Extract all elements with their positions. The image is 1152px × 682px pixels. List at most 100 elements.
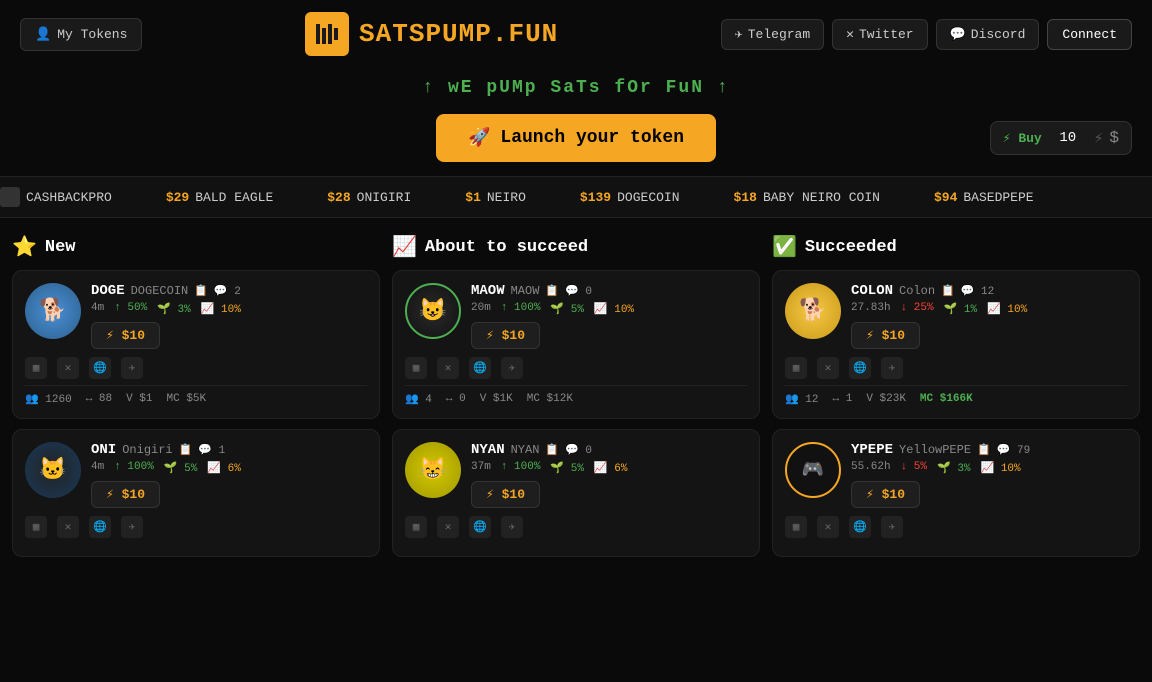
mc-footer: MC $166K <box>920 392 973 406</box>
buy-button-ypepe[interactable]: ⚡ $10 <box>851 481 920 508</box>
social-row: ▦ ✕ 🌐 ✈ <box>405 357 747 379</box>
logo-icon <box>305 12 349 56</box>
grid-icon[interactable]: ▦ <box>785 516 807 538</box>
globe-icon[interactable]: 🌐 <box>89 516 111 538</box>
token-fullname: Onigiri <box>122 443 172 457</box>
holders-stat: ↑ 50% <box>114 302 147 316</box>
x-icon[interactable]: ✕ <box>817 516 839 538</box>
volume-footer: V $1K <box>480 392 513 406</box>
new-section-header: ⭐ New <box>12 234 380 260</box>
telegram-icon[interactable]: ✈ <box>501 357 523 379</box>
ticker-item: $18 BABY NEIRO COIN <box>734 190 880 205</box>
ticker-item: $94 BASEDPEPE <box>934 190 1034 205</box>
buy-button-doge[interactable]: ⚡ $10 <box>91 322 160 349</box>
txns-footer: ↔ 1 <box>833 392 853 406</box>
globe-icon[interactable]: 🌐 <box>469 516 491 538</box>
x-icon[interactable]: ✕ <box>437 357 459 379</box>
telegram-icon[interactable]: ✈ <box>501 516 523 538</box>
rocket-icon: 🚀 <box>468 127 490 149</box>
buy-button-oni[interactable]: ⚡ $10 <box>91 481 160 508</box>
ticker-name: ONIGIRI <box>357 190 412 205</box>
token-card-colon: 🐕 COLON Colon 📋 💬 12 27.83h ↓ 25% 🌱 1% 📈… <box>772 270 1140 419</box>
ticker-bar: CASHBACKPRO $29 BALD EAGLE $28 ONIGIRI $… <box>0 176 1152 218</box>
x-icon[interactable]: ✕ <box>57 516 79 538</box>
grid-icon[interactable]: ▦ <box>25 357 47 379</box>
x-icon[interactable]: ✕ <box>57 357 79 379</box>
my-tokens-button[interactable]: 👤 My Tokens <box>20 18 142 51</box>
buy-label: ⚡ Buy <box>1003 131 1042 146</box>
globe-icon[interactable]: 🌐 <box>89 357 111 379</box>
globe-icon[interactable]: 🌐 <box>849 516 871 538</box>
vol2-stat: 📈 10% <box>981 461 1021 475</box>
comment-count: 💬 0 <box>565 284 592 298</box>
token-stats: 20m ↑ 100% 🌱 5% 📈 10% <box>471 302 747 316</box>
token-info: ONI Onigiri 📋 💬 1 4m ↑ 100% 🌱 5% 📈 6% ⚡ … <box>91 442 367 508</box>
buy-button-nyan[interactable]: ⚡ $10 <box>471 481 540 508</box>
token-name-row: NYAN NYAN 📋 💬 0 <box>471 442 747 458</box>
volume-footer: V $1 <box>126 392 152 406</box>
telegram-icon[interactable]: ✈ <box>881 357 903 379</box>
grid-icon[interactable]: ▦ <box>785 357 807 379</box>
card-footer: 👥 12 ↔ 1 V $23K MC $166K <box>785 385 1127 406</box>
holders-stat: ↑ 100% <box>114 461 154 475</box>
telegram-icon[interactable]: ✈ <box>121 357 143 379</box>
buy-input[interactable] <box>1048 130 1088 146</box>
token-card-ypepe: 🎮 YPEPE YellowPEPE 📋 💬 79 55.62h ↓ 5% 🌱 … <box>772 429 1140 557</box>
grid-icon[interactable]: ▦ <box>405 357 427 379</box>
twitter-button[interactable]: ✕ Twitter <box>832 19 927 50</box>
grid-icon[interactable]: ▦ <box>25 516 47 538</box>
ticker-name: CASHBACKPRO <box>26 190 112 205</box>
card-footer: 👥 1260 ↔ 88 V $1 MC $5K <box>25 385 367 406</box>
x-icon[interactable]: ✕ <box>817 357 839 379</box>
buy-button-maow[interactable]: ⚡ $10 <box>471 322 540 349</box>
token-info: YPEPE YellowPEPE 📋 💬 79 55.62h ↓ 5% 🌱 3%… <box>851 442 1127 508</box>
telegram-icon[interactable]: ✈ <box>881 516 903 538</box>
ticker-name: NEIRO <box>487 190 526 205</box>
token-ticker: ONI <box>91 442 116 458</box>
token-ticker: NYAN <box>471 442 505 458</box>
token-avatar-oni[interactable]: 🐱 <box>25 442 81 498</box>
holders-stat: ↑ 100% <box>501 461 541 475</box>
token-name-row: YPEPE YellowPEPE 📋 💬 79 <box>851 442 1127 458</box>
ticker-price: $1 <box>465 190 481 205</box>
copy-icon: 📋 <box>179 443 193 457</box>
token-stats: 27.83h ↓ 25% 🌱 1% 📈 10% <box>851 302 1127 316</box>
token-avatar-colon[interactable]: 🐕 <box>785 283 841 339</box>
ticker-item: $28 ONIGIRI <box>327 190 411 205</box>
ticker-name: BALD EAGLE <box>195 190 273 205</box>
telegram-icon[interactable]: ✈ <box>121 516 143 538</box>
holders-footer: 👥 12 <box>785 392 819 406</box>
token-avatar-nyan[interactable]: 😸 <box>405 442 461 498</box>
copy-icon: 📋 <box>194 284 208 298</box>
vol2-stat: 📈 10% <box>987 302 1027 316</box>
x-icon[interactable]: ✕ <box>437 516 459 538</box>
buy-button-colon[interactable]: ⚡ $10 <box>851 322 920 349</box>
token-card-nyan: 😸 NYAN NYAN 📋 💬 0 37m ↑ 100% 🌱 5% 📈 6% <box>392 429 760 557</box>
token-stats: 4m ↑ 50% 🌱 3% 📈 10% <box>91 302 367 316</box>
globe-icon[interactable]: 🌐 <box>469 357 491 379</box>
token-avatar-maow[interactable]: 😺 <box>405 283 461 339</box>
ticker-price: $28 <box>327 190 350 205</box>
vol1-stat: 🌱 5% <box>550 461 584 475</box>
launch-token-button[interactable]: 🚀 Launch your token <box>436 114 716 162</box>
txns-footer: ↔ 0 <box>446 392 466 406</box>
about-section-header: 📈 About to succeed <box>392 234 760 260</box>
ticker-item: $139 DOGECOIN <box>580 190 680 205</box>
comment-count: 💬 2 <box>214 284 241 298</box>
globe-icon[interactable]: 🌐 <box>849 357 871 379</box>
token-avatar-doge[interactable]: 🐕 <box>25 283 81 339</box>
txns-footer: ↔ 88 <box>86 392 112 406</box>
about-section: 📈 About to succeed 😺 MAOW MAOW 📋 💬 0 20m… <box>392 234 760 567</box>
grid-icon[interactable]: ▦ <box>405 516 427 538</box>
telegram-button[interactable]: ✈ Telegram <box>721 19 824 50</box>
vol2-stat: 📈 10% <box>594 302 634 316</box>
card-top: 🐕 DOGE DOGECOIN 📋 💬 2 4m ↑ 50% 🌱 3% 📈 10… <box>25 283 367 349</box>
tagline: ↑ wE pUMp SaTs fOr FuN ↑ <box>0 68 1152 114</box>
star-icon: ⭐ <box>12 234 37 260</box>
buy-area: ⚡ Buy ⚡ $ <box>990 121 1132 155</box>
ticker-price: $18 <box>734 190 757 205</box>
token-avatar-ypepe[interactable]: 🎮 <box>785 442 841 498</box>
discord-button[interactable]: 💬 Discord <box>936 19 1040 50</box>
connect-button[interactable]: Connect <box>1047 19 1132 50</box>
nav-buttons: ✈ Telegram ✕ Twitter 💬 Discord Connect <box>721 19 1132 50</box>
